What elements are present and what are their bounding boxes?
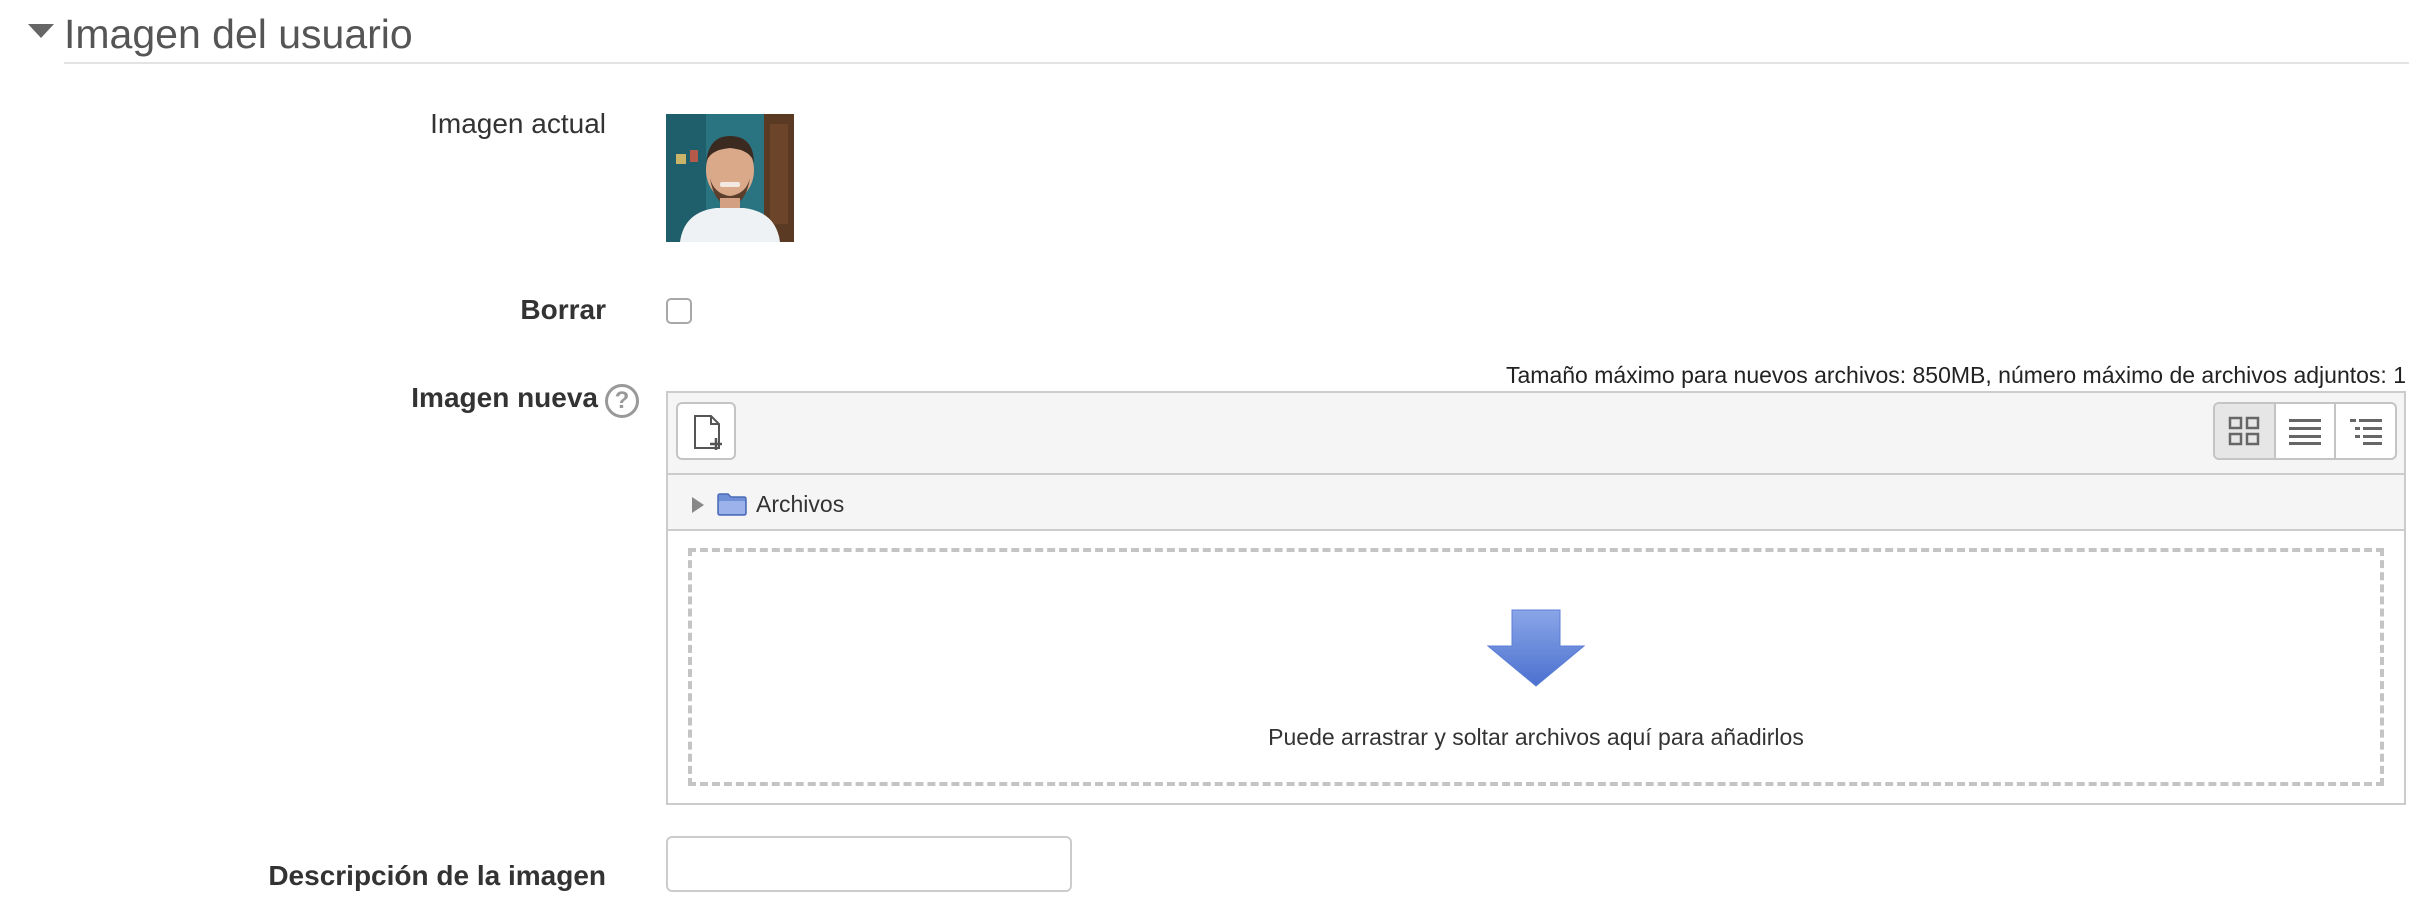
help-icon[interactable]: ? (605, 384, 639, 418)
view-mode-switch (2213, 402, 2397, 460)
add-file-icon (694, 415, 722, 450)
add-file-button[interactable] (676, 402, 736, 460)
icons-view-icon (2229, 416, 2260, 446)
user-avatar-image (666, 114, 794, 242)
file-manager-toolbar (668, 393, 2404, 475)
drop-arrow-icon (1486, 609, 1586, 687)
section-collapse-toggle-icon[interactable] (28, 24, 54, 38)
icons-view-button[interactable] (2215, 404, 2274, 458)
list-view-button[interactable] (2273, 404, 2335, 458)
tree-view-icon (2349, 419, 2382, 445)
tree-view-button[interactable] (2334, 404, 2395, 458)
section-title[interactable]: Imagen del usuario (64, 6, 413, 62)
delete-image-checkbox[interactable] (666, 298, 692, 324)
avatar-photo-illustration (666, 114, 794, 242)
image-description-input[interactable] (666, 836, 1072, 892)
section-divider (64, 62, 2409, 64)
file-manager-path-bar (668, 475, 2404, 531)
expand-path-icon[interactable] (692, 497, 704, 513)
image-description-label: Descripción de la imagen (268, 860, 606, 891)
path-root-link[interactable]: Archivos (756, 490, 844, 518)
current-image-label: Imagen actual (430, 108, 606, 139)
max-file-size-note: Tamaño máximo para nuevos archivos: 850M… (1506, 362, 2406, 388)
drop-zone-message: Puede arrastrar y soltar archivos aquí p… (1268, 724, 1804, 750)
delete-image-label: Borrar (520, 294, 606, 325)
list-view-icon (2289, 419, 2321, 445)
new-image-label: Imagen nueva (411, 382, 598, 413)
folder-icon (717, 493, 747, 516)
